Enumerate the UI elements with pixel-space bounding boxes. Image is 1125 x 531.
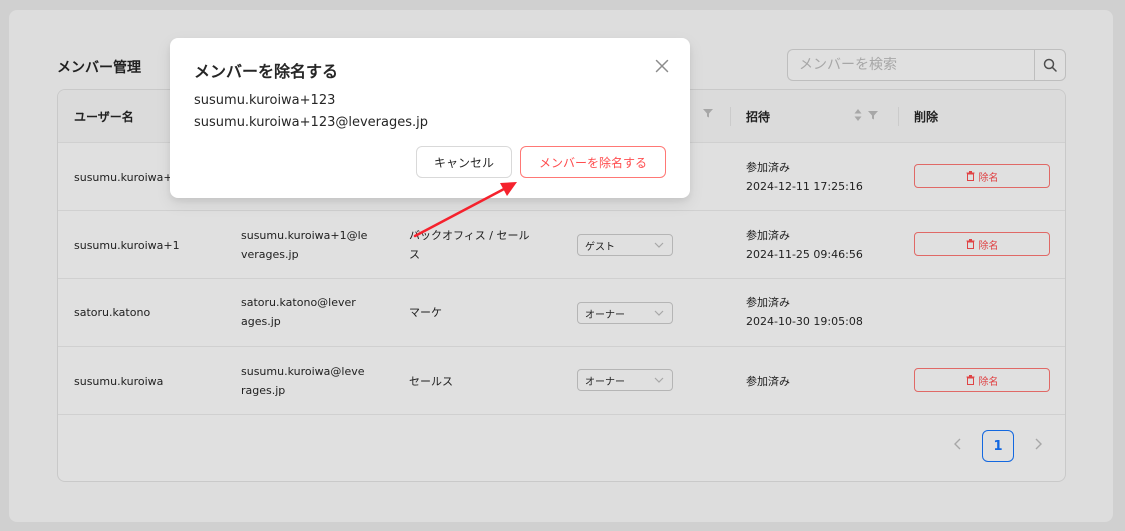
annotation-arrow	[413, 182, 517, 238]
